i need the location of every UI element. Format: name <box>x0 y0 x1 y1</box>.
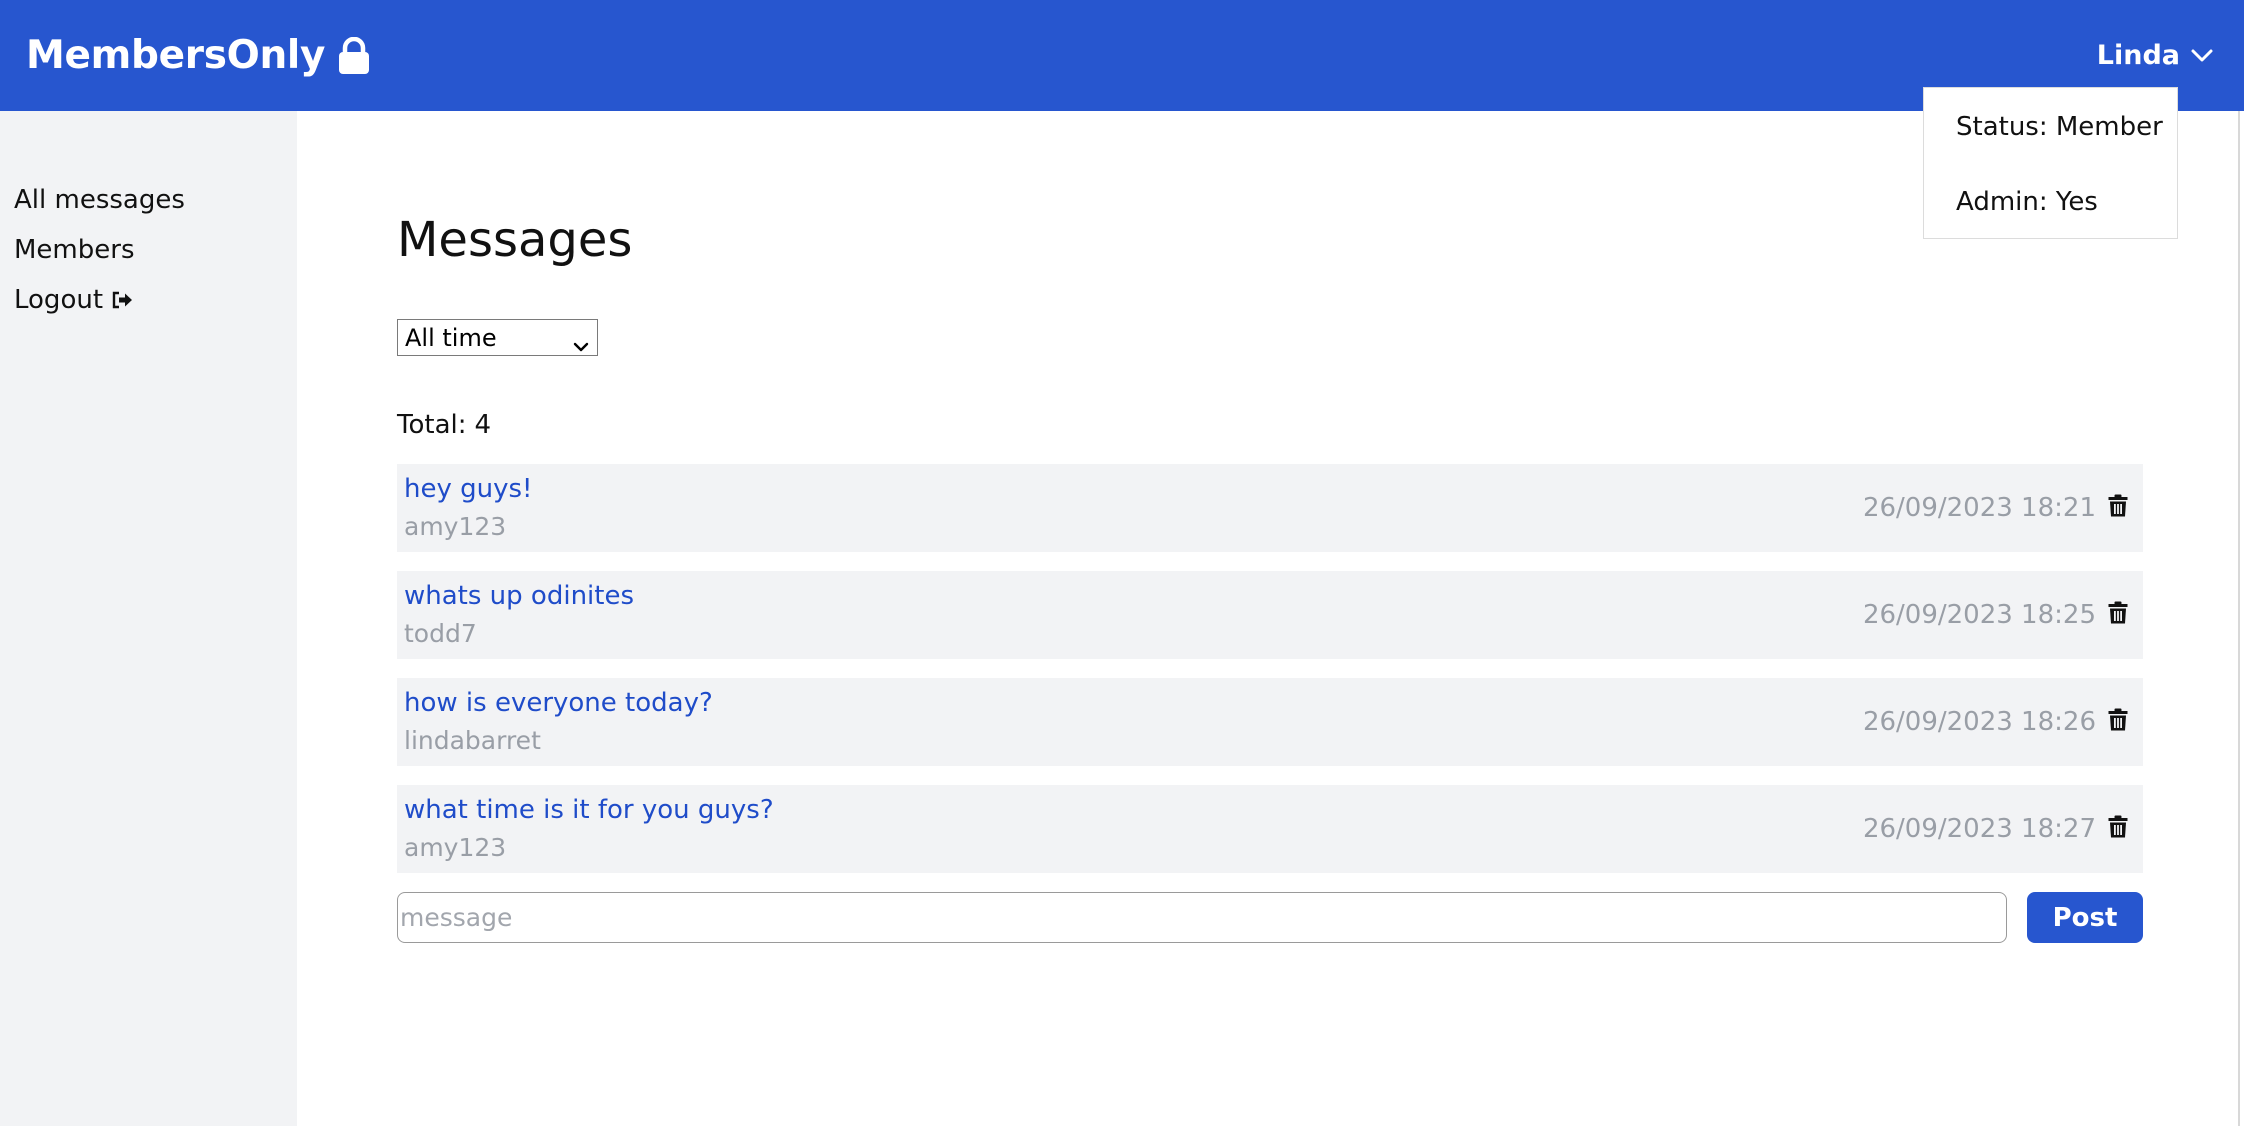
trash-icon[interactable] <box>2108 601 2128 625</box>
message-timestamp: 26/09/2023 18:26 <box>1862 707 2096 737</box>
trash-icon[interactable] <box>2108 815 2128 839</box>
trash-icon[interactable] <box>2108 708 2128 732</box>
sidebar-item-label: All messages <box>14 185 185 215</box>
logout-icon <box>111 290 135 310</box>
total-count: 4 <box>474 410 492 440</box>
window-edge <box>2238 111 2240 1126</box>
message-total: Total: 4 <box>397 410 491 440</box>
message-text[interactable]: how is everyone today? <box>404 688 713 718</box>
sidebar-item-all-messages[interactable]: All messages <box>14 185 185 215</box>
message-author: lindabarret <box>404 726 541 755</box>
message-timestamp: 26/09/2023 18:21 <box>1862 493 2096 523</box>
time-filter-value: All time <box>405 323 497 352</box>
message-author: amy123 <box>404 833 507 862</box>
message-list: hey guys! amy123 26/09/2023 18:21 whats … <box>397 464 2143 892</box>
message-text[interactable]: whats up odinites <box>404 581 634 611</box>
user-dropdown: Status: Member Admin: Yes <box>1923 87 2178 239</box>
message-item: whats up odinites todd7 26/09/2023 18:25 <box>397 571 2143 659</box>
message-text[interactable]: hey guys! <box>404 474 532 504</box>
user-status: Status: Member <box>1956 112 2163 142</box>
message-author: amy123 <box>404 512 507 541</box>
brand-logo[interactable]: MembersOnly <box>26 0 371 111</box>
chevron-down-icon <box>2190 48 2214 64</box>
message-item: hey guys! amy123 26/09/2023 18:21 <box>397 464 2143 552</box>
message-item: how is everyone today? lindabarret 26/09… <box>397 678 2143 766</box>
user-name: Linda <box>2096 40 2180 71</box>
brand-name: MembersOnly <box>26 33 326 78</box>
top-header: MembersOnly Linda <box>0 0 2244 111</box>
sidebar-item-members[interactable]: Members <box>14 235 135 265</box>
trash-icon[interactable] <box>2108 494 2128 518</box>
page-title: Messages <box>397 212 633 268</box>
message-timestamp: 26/09/2023 18:25 <box>1862 600 2096 630</box>
total-label: Total: <box>397 410 467 440</box>
message-item: what time is it for you guys? amy123 26/… <box>397 785 2143 873</box>
time-filter-select[interactable]: All time <box>397 319 598 356</box>
sidebar-item-label: Members <box>14 235 135 265</box>
post-button[interactable]: Post <box>2027 892 2143 943</box>
sidebar: All messages Members Logout <box>0 111 297 1126</box>
message-text[interactable]: what time is it for you guys? <box>404 795 774 825</box>
message-input[interactable] <box>397 892 2007 943</box>
sidebar-item-logout[interactable]: Logout <box>14 285 135 315</box>
message-author: todd7 <box>404 619 477 648</box>
lock-icon <box>337 36 371 75</box>
sidebar-item-label: Logout <box>14 285 104 315</box>
message-timestamp: 26/09/2023 18:27 <box>1862 814 2096 844</box>
user-admin: Admin: Yes <box>1956 187 2098 217</box>
chevron-down-icon <box>573 331 589 359</box>
